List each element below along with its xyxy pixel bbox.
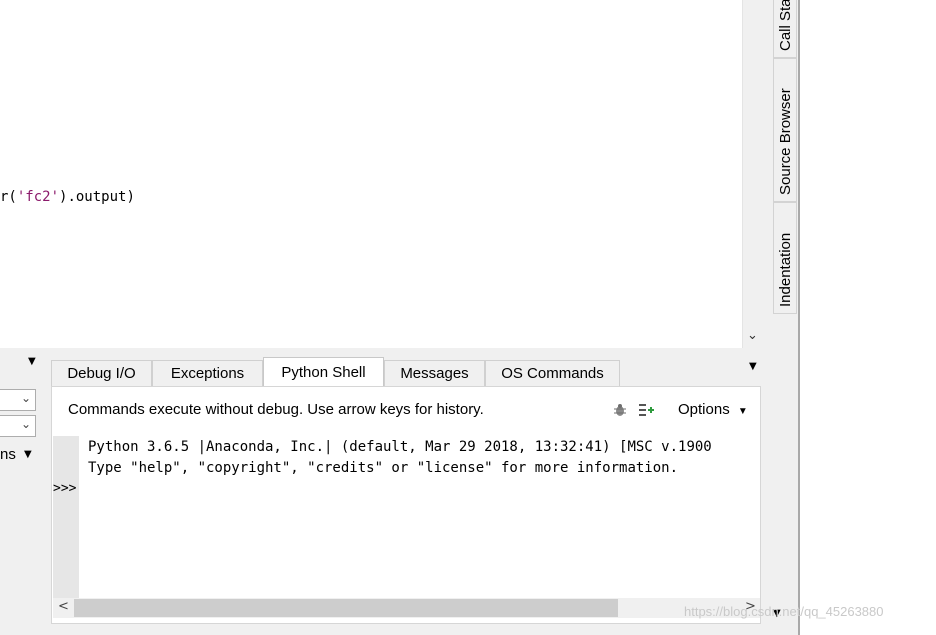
tabs-menu-icon[interactable]: ▼ [749, 361, 757, 372]
code-line: r('fc2').output) [0, 189, 135, 205]
tab-label: Messages [400, 365, 469, 382]
shell-line: Python 3.6.5 |Anaconda, Inc.| (default, … [88, 439, 712, 455]
options-menu[interactable]: Options ▼ [678, 401, 748, 418]
editor-scrollbar[interactable]: ⌄ [742, 0, 763, 348]
tab-python-shell[interactable]: Python Shell [263, 357, 384, 387]
left-panel: ▼ ⌄ ⌄ ns ▼ [0, 352, 46, 635]
tab-source-browser[interactable]: Source Browser [773, 58, 797, 202]
shell-prompt: >>> [53, 481, 77, 496]
options-label: Options [678, 401, 730, 418]
tab-label: Debug I/O [67, 365, 136, 382]
tab-os-commands[interactable]: OS Commands [485, 360, 620, 386]
watermark: https://blog.csdn.net/qq_45263880 [684, 604, 884, 619]
tab-call-stack[interactable]: Call Stack [773, 0, 797, 58]
python-shell-panel [51, 386, 761, 624]
left-combo-2[interactable]: ⌄ [0, 415, 36, 437]
scroll-down-icon[interactable]: ⌄ [747, 328, 758, 343]
tab-label: OS Commands [501, 365, 604, 382]
right-blank-area [800, 0, 936, 635]
vtab-label: Source Browser [777, 88, 794, 195]
vtab-label: Call Stack [777, 0, 794, 51]
tab-messages[interactable]: Messages [384, 360, 485, 386]
scrollbar-thumb[interactable] [74, 599, 618, 617]
shell-hint: Commands execute without debug. Use arro… [68, 401, 484, 418]
left-options-arrow-icon[interactable]: ▼ [24, 449, 32, 460]
panel-menu-icon[interactable]: ▼ [28, 356, 36, 367]
add-history-icon[interactable] [638, 402, 654, 418]
options-arrow-icon: ▼ [737, 406, 748, 417]
shell-gutter [53, 436, 79, 598]
tab-label: Python Shell [281, 364, 366, 381]
chevron-down-icon: ⌄ [20, 417, 31, 431]
scroll-left-icon[interactable]: < [58, 599, 69, 614]
tab-indentation[interactable]: Indentation [773, 202, 797, 314]
shell-line: Type "help", "copyright", "credits" or "… [88, 460, 679, 476]
tab-label: Exceptions [170, 365, 245, 382]
left-combo-1[interactable]: ⌄ [0, 389, 36, 411]
tab-exceptions[interactable]: Exceptions [152, 360, 263, 386]
tab-debug-io[interactable]: Debug I/O [51, 360, 152, 386]
shell-output[interactable]: Python 3.6.5 |Anaconda, Inc.| (default, … [88, 437, 712, 479]
vtab-label: Indentation [777, 232, 794, 307]
chevron-down-icon: ⌄ [20, 391, 31, 405]
left-options-label[interactable]: ns [0, 446, 16, 463]
bug-icon[interactable] [612, 402, 628, 418]
code-editor[interactable] [0, 0, 742, 348]
